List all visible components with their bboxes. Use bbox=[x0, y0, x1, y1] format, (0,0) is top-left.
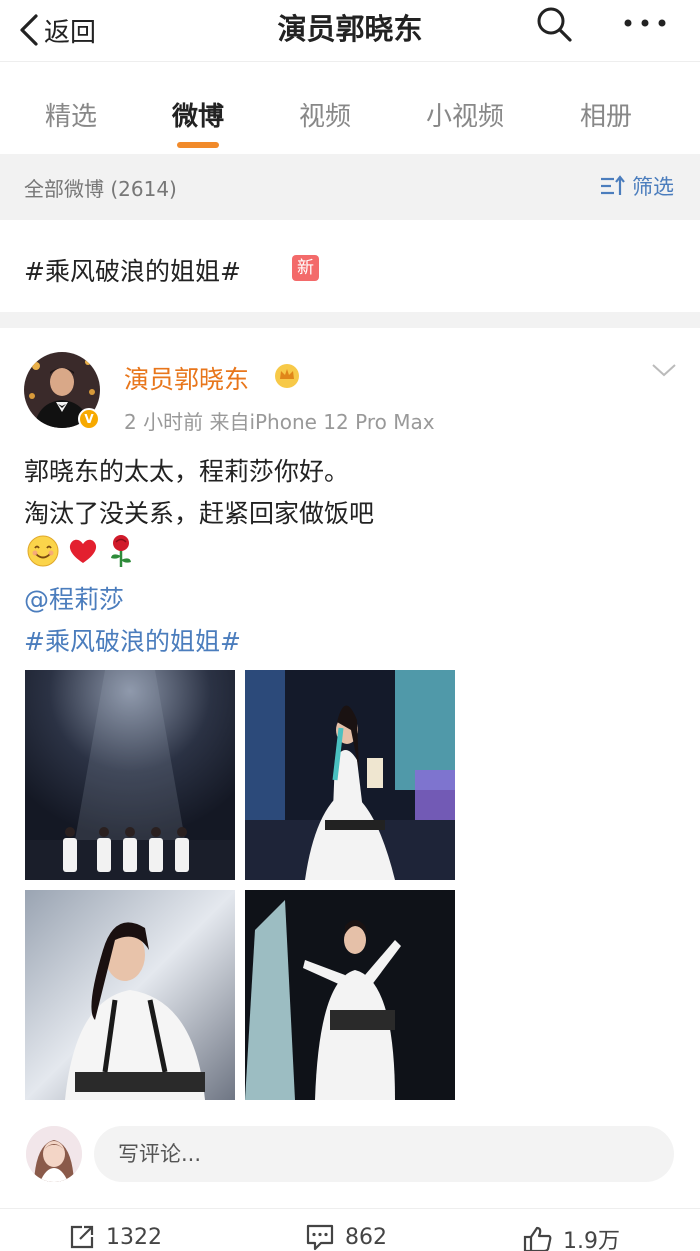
crown-icon bbox=[275, 364, 299, 388]
verified-badge-icon: V bbox=[78, 408, 100, 430]
tab-featured[interactable]: 精选 bbox=[45, 96, 97, 133]
user-avatar-image bbox=[26, 1126, 82, 1182]
hashtag-link[interactable]: #乘风破浪的姐姐# bbox=[24, 622, 241, 658]
more-button[interactable] bbox=[620, 3, 670, 45]
comment-input[interactable]: 写评论... bbox=[94, 1126, 674, 1182]
repost-count: 1322 bbox=[106, 1224, 162, 1250]
emoji-row bbox=[26, 534, 136, 568]
search-button[interactable] bbox=[533, 3, 575, 45]
like-button[interactable]: 1.9万 bbox=[523, 1223, 620, 1251]
back-label: 返回 bbox=[44, 17, 97, 48]
search-icon bbox=[537, 7, 572, 42]
more-icon bbox=[624, 19, 666, 27]
repost-button[interactable]: 1322 bbox=[68, 1223, 162, 1251]
tab-video[interactable]: 视频 bbox=[299, 96, 351, 133]
post-photo-1[interactable] bbox=[25, 670, 235, 880]
active-tab-indicator bbox=[177, 142, 219, 148]
post-meta: 2 小时前 来自iPhone 12 Pro Max bbox=[124, 410, 435, 434]
filter-button[interactable]: 筛选 bbox=[600, 171, 674, 201]
topic-text[interactable]: #乘风破浪的姐姐# bbox=[24, 252, 241, 288]
filter-icon bbox=[601, 175, 625, 195]
chevron-down-icon[interactable] bbox=[651, 362, 677, 378]
user-avatar[interactable] bbox=[26, 1126, 82, 1182]
post-count: 全部微博 (2614) bbox=[24, 177, 177, 201]
smile-emoji-icon bbox=[27, 535, 59, 567]
post-photo-3[interactable] bbox=[25, 890, 235, 1100]
thumbs-up-icon bbox=[523, 1226, 552, 1251]
tab-weibo[interactable]: 微博 bbox=[172, 96, 224, 133]
filter-bar: 全部微博 (2614) 筛选 bbox=[0, 154, 700, 220]
back-button[interactable]: 返回 bbox=[18, 8, 96, 52]
new-badge: 新 bbox=[292, 255, 319, 281]
section-divider bbox=[0, 312, 700, 328]
post-photo-4[interactable] bbox=[245, 890, 455, 1100]
like-count: 1.9万 bbox=[563, 1229, 620, 1251]
comment-row: 写评论... bbox=[0, 1118, 700, 1198]
dance-pose-photo bbox=[245, 670, 455, 880]
repost-icon bbox=[70, 1225, 94, 1249]
comment-count: 862 bbox=[345, 1224, 387, 1250]
stage-group-photo bbox=[25, 670, 235, 880]
page-title: 演员郭晓东 bbox=[277, 12, 423, 46]
tab-short-video[interactable]: 小视频 bbox=[426, 96, 504, 133]
post-text-line-1: 郭晓东的太太，程莉莎你好。 bbox=[24, 457, 350, 486]
profile-tabs: 精选 微博 视频 小视频 相册 bbox=[0, 62, 700, 154]
pointing-pose-photo bbox=[245, 890, 455, 1100]
chevron-left-icon bbox=[20, 14, 38, 46]
mention-link[interactable]: @程莉莎 bbox=[24, 580, 124, 616]
post-text-line-2: 淘汰了没关系，赶紧回家做饭吧 bbox=[24, 499, 375, 528]
author-name[interactable]: 演员郭晓东 bbox=[124, 360, 249, 396]
top-nav-bar: 返回 演员郭晓东 bbox=[0, 0, 700, 62]
rose-emoji-icon bbox=[111, 535, 131, 567]
weibo-post: V 演员郭晓东 2 小时前 来自iPhone 12 Pro Max 郭晓东的太太… bbox=[0, 328, 700, 1251]
post-photo-2[interactable] bbox=[245, 670, 455, 880]
action-bar: 1322 862 1.9万 bbox=[0, 1208, 700, 1251]
filter-label: 筛选 bbox=[632, 175, 674, 199]
tab-album[interactable]: 相册 bbox=[580, 96, 632, 133]
comment-button[interactable]: 862 bbox=[305, 1223, 387, 1251]
topic-banner[interactable]: #乘风破浪的姐姐# 新 bbox=[0, 220, 700, 312]
comment-icon bbox=[306, 1224, 334, 1251]
heart-emoji-icon bbox=[69, 539, 97, 563]
portrait-photo bbox=[25, 890, 235, 1100]
